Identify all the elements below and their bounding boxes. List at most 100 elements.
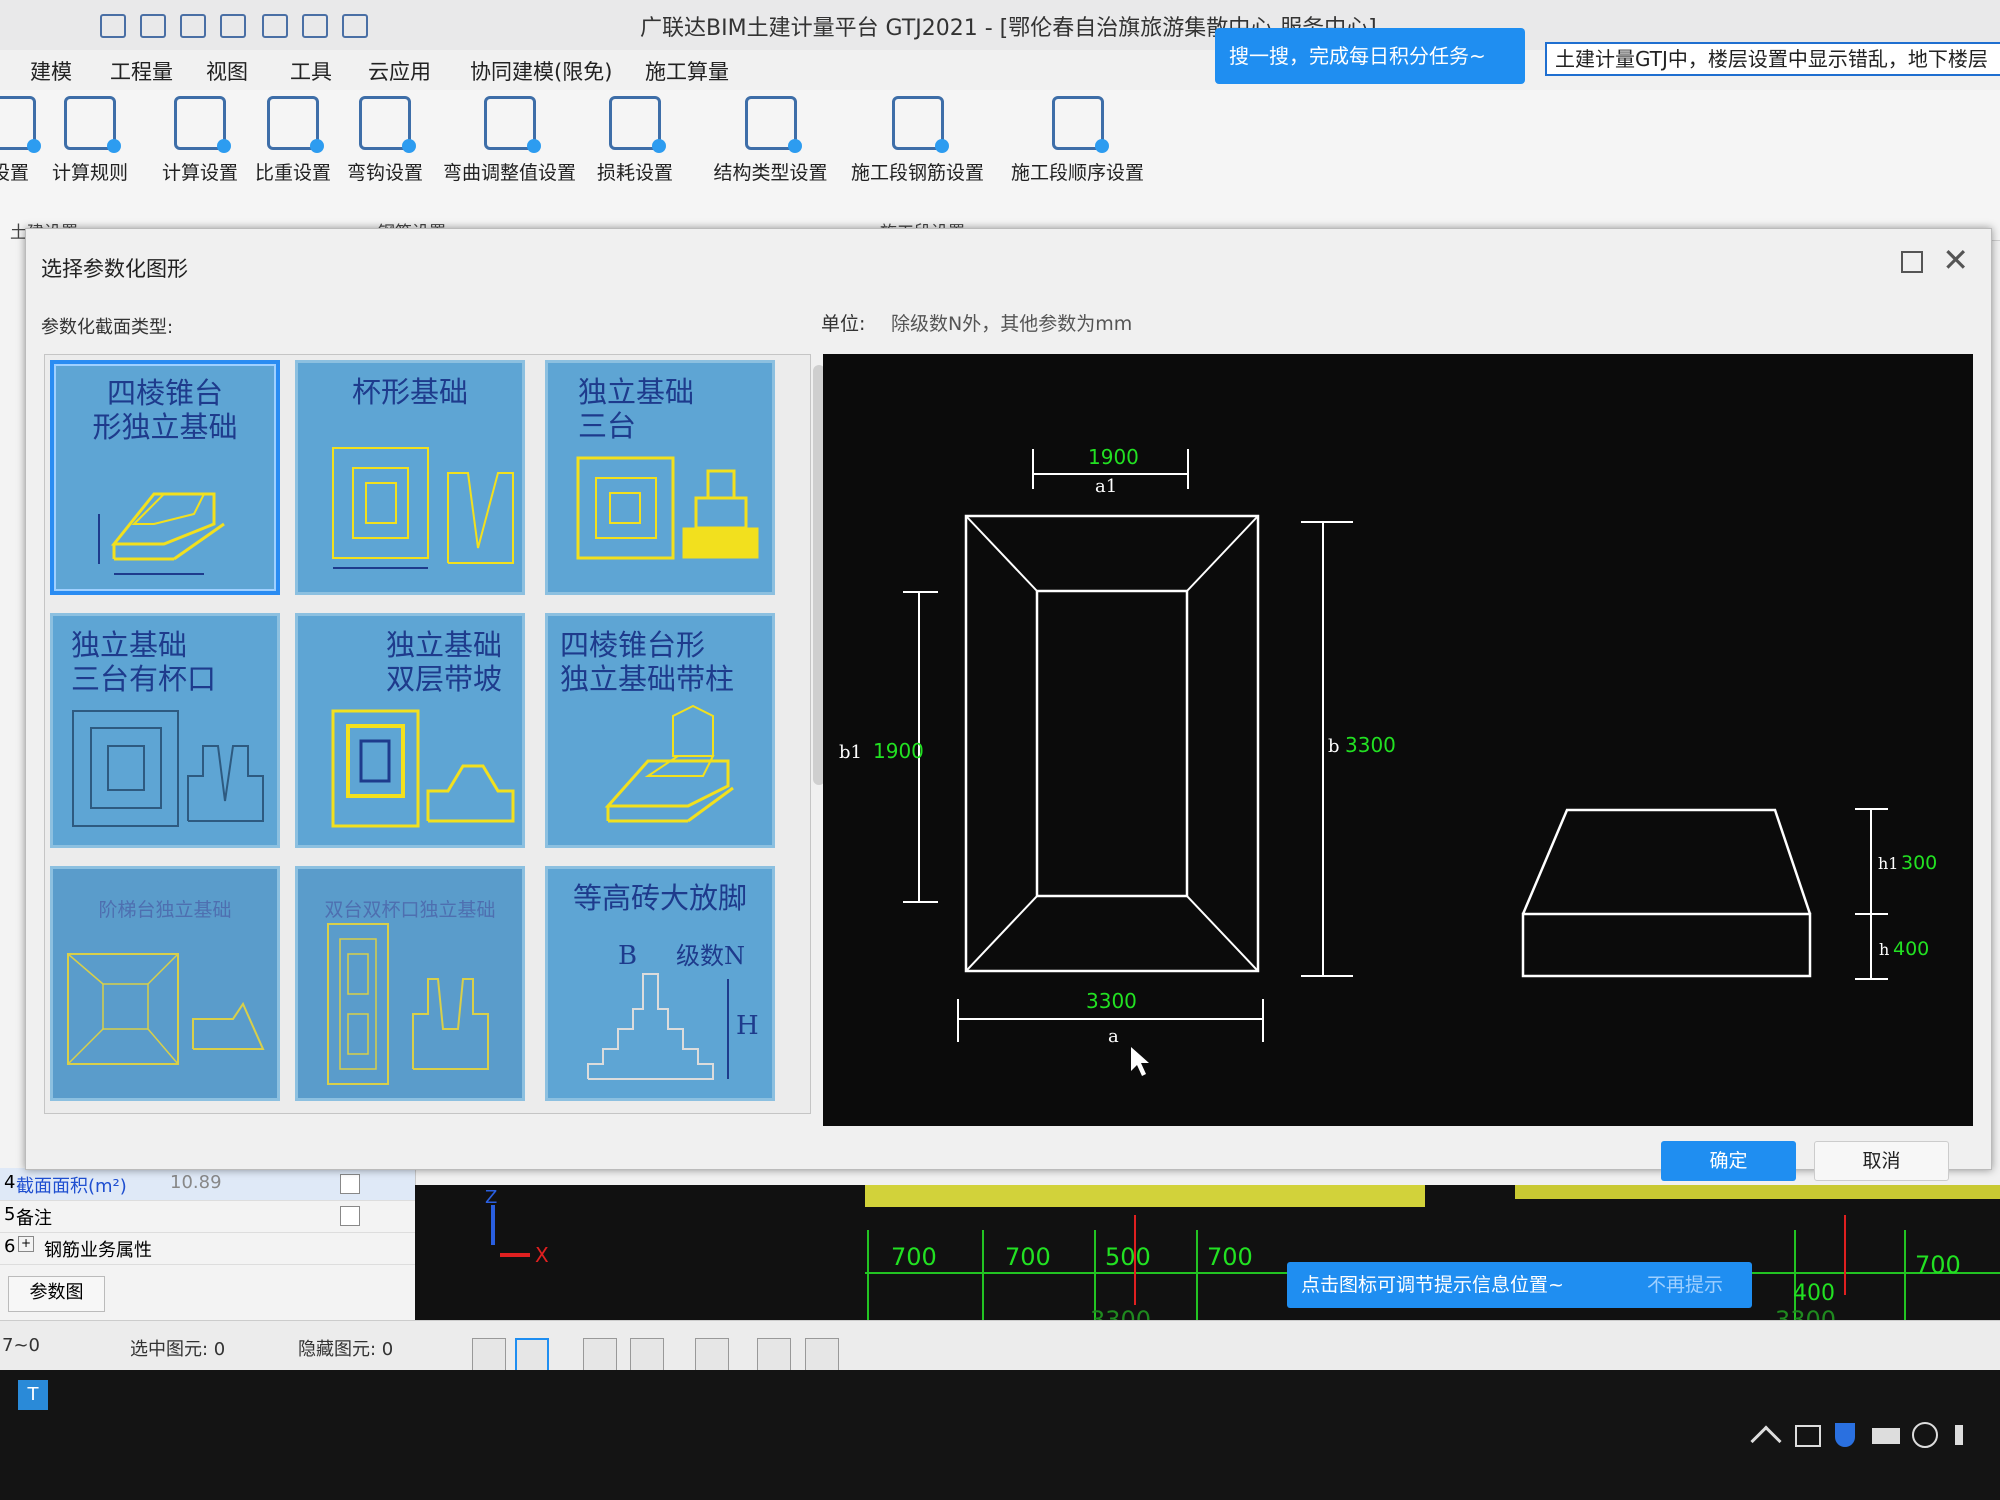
offset-icon[interactable] [695,1338,729,1372]
ribbon-structure-type-button[interactable]: 结构类型设置 [708,90,833,210]
grid-icon[interactable] [180,14,206,38]
battery-icon[interactable] [1872,1428,1900,1444]
cursor-icon [1131,1047,1149,1076]
a-value: 3300 [1086,989,1137,1013]
ribbon-density-button[interactable]: 比重设置 [248,90,338,210]
ribbon-settings-button[interactable]: 设置 [0,90,41,210]
menu-build[interactable]: 建模 [30,56,72,86]
ribbon-segment-rebar-button[interactable]: 施工段钢筋设置 [845,90,990,210]
cross-icon[interactable] [583,1338,617,1372]
shape-thumb[interactable]: 四棱锥台 形独立基础 [50,360,280,595]
b1-label: b1 [839,742,862,763]
drawing-canvas[interactable]: X Z 700 700 500 700 700 400 3300 3300 [415,1185,2000,1336]
speaker-icon[interactable] [1955,1425,1975,1445]
b-label: b [1328,736,1340,757]
edit-icon[interactable] [262,14,288,38]
param-type-label: 参数化截面类型: [41,317,174,338]
settings-icon [0,96,41,153]
shape-thumb[interactable]: 阶梯台独立基础 [50,866,280,1101]
menu-bar: 建模 工程量 视图 工具 云应用 协同建模(限免) 施工算量 [0,50,1200,90]
brick-footing-sketch: B 级数N H [587,941,759,1080]
shape-preview: 1900 a1 b1 1900 b 3300 3300 a h1 300 h 4… [823,354,1973,1126]
ribbon-hook-button[interactable]: 弯钩设置 [340,90,430,210]
shape-thumb[interactable]: 双台双杯口独立基础 [295,866,525,1101]
stepped-footing-sketch [67,953,265,1065]
ok-button[interactable]: 确定 [1661,1141,1796,1181]
maximize-icon[interactable] [1901,251,1923,273]
dim-label: 700 [1005,1243,1051,1271]
arc-icon[interactable] [805,1338,839,1372]
menu-view[interactable]: 视图 [206,56,248,86]
property-row[interactable]: 5 备注 [0,1200,415,1233]
menu-collab[interactable]: 协同建模(限免) [470,56,612,86]
expand-icon[interactable]: + [18,1236,34,1252]
ribbon-bend-button[interactable]: 弯曲调整值设置 [437,90,582,210]
grid-icon[interactable] [220,14,246,38]
quick-access-icon[interactable] [100,14,126,38]
checkbox[interactable] [340,1206,360,1226]
ribbon-calc-rule-button[interactable]: 计算规则 [45,90,135,210]
cancel-button[interactable]: 取消 [1814,1141,1949,1181]
app-window: 广联达BIM土建计量平台 GTJ2021 - [鄂伦春自治旗旅游集散中心-服务中… [0,0,2000,1400]
dim-label: 400 [1793,1281,1835,1306]
h1-value: 300 [1901,852,1937,874]
tooltip-dismiss[interactable]: 不再提示 [1647,1262,1723,1308]
brick-h-label: H [736,1011,759,1041]
snap-icon[interactable] [757,1338,791,1372]
ribbon-segment-order-button[interactable]: 施工段顺序设置 [1005,90,1150,210]
shape-thumb[interactable]: 独立基础 双层带坡 [295,613,525,848]
ribbon-loss-button[interactable]: 损耗设置 [590,90,680,210]
refresh-icon[interactable] [342,14,368,38]
param-diagram-tab[interactable]: 参数图 [8,1276,105,1312]
h-label: h [1879,940,1889,959]
status-hidden: 隐藏图元: 0 [298,1339,394,1360]
a1-value: 1900 [1088,445,1139,469]
calc-rule-icon [64,96,121,153]
app-taskbar-icon[interactable]: T [18,1380,48,1410]
segment-order-icon [1051,96,1109,153]
calc-setting-icon [174,96,231,153]
layer-icon[interactable] [302,14,328,38]
checkbox[interactable] [340,1174,360,1194]
property-row[interactable]: 4 截面面积(m²) 10.89 [0,1168,415,1201]
search-banner[interactable]: 搜一搜，完成每日积分任务~ [1215,28,1525,84]
shape-thumb[interactable]: 独立基础 三台 [545,360,775,595]
shape-thumb[interactable]: 独立基础 三台有杯口 [50,613,280,848]
brick-n-label: 级数N [676,942,745,970]
menu-tools[interactable]: 工具 [290,56,332,86]
unit-label: 单位: [821,313,866,335]
menu-construction[interactable]: 施工算量 [645,56,729,86]
density-icon [267,96,324,153]
tip-input[interactable]: 土建计量GTJ中，楼层设置中显示错乱，地下楼层 [1545,42,2000,76]
b-value: 3300 [1345,733,1396,757]
ortho-tool-icon[interactable] [472,1338,506,1372]
select-box-icon[interactable] [515,1338,549,1372]
double-slope-footing-sketch [331,709,515,828]
dialog-title: 选择参数化图形 [41,257,188,281]
shape-gallery: 四棱锥台 形独立基础 杯形基础 独立基础 三台 独立基础 三台有杯口 独立基础 … [44,354,825,1114]
menu-quantity[interactable]: 工程量 [110,56,173,86]
loss-icon [609,96,666,153]
pyramid-footing-sketch [98,492,225,575]
ribbon-calc-setting-button[interactable]: 计算设置 [155,90,245,210]
quick-access-icon[interactable] [140,14,166,38]
shield-icon[interactable] [1835,1423,1855,1447]
globe-icon[interactable] [1912,1422,1938,1448]
hook-icon [359,96,416,153]
tray-app-icon[interactable] [1795,1425,1821,1447]
b1-value: 1900 [873,739,924,763]
shape-thumb[interactable]: 杯形基础 [295,360,525,595]
canvas-tooltip[interactable]: 点击图标可调节提示信息位置~ 不再提示 [1287,1262,1752,1308]
property-row[interactable]: 6 + 钢筋业务属性 [0,1232,415,1265]
shape-thumb[interactable]: 等高砖大放脚 B 级数N H [545,866,775,1101]
chevron-up-icon[interactable] [1750,1425,1782,1457]
angle-icon[interactable] [630,1338,664,1372]
shape-thumb[interactable]: 四棱锥台形 独立基础带柱 [545,613,775,848]
pyramid-column-footing-sketch [604,704,734,823]
h-value: 400 [1893,938,1929,960]
ribbon: 设置 计算规则 计算设置 比重设置 弯钩设置 弯曲调整值设置 损耗设置 结构类型… [0,90,2000,243]
h1-label: h1 [1878,854,1898,873]
dim-label: 500 [1105,1243,1151,1271]
close-icon[interactable]: ✕ [1942,241,1969,279]
menu-cloud[interactable]: 云应用 [368,56,431,86]
